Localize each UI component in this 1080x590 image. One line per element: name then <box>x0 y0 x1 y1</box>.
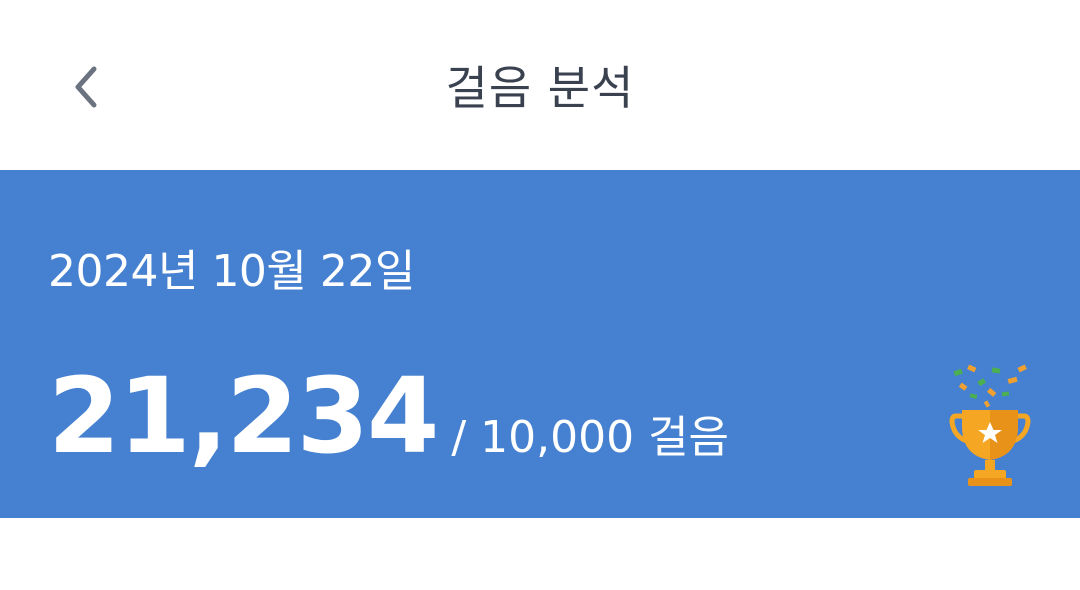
step-count: 21,234 <box>48 355 439 477</box>
content-area <box>0 518 1080 590</box>
page-title: 걸음 분석 <box>445 61 635 115</box>
trophy-icon <box>948 364 1032 492</box>
app-screen: 걸음 분석 2024년 10월 22일 21,234 / 10,000 걸음 <box>0 0 1080 590</box>
step-count-row: 21,234 / 10,000 걸음 <box>48 356 729 476</box>
step-goal: / 10,000 걸음 <box>451 412 730 463</box>
step-summary-card: 2024년 10월 22일 21,234 / 10,000 걸음 <box>0 170 1080 518</box>
header-bar: 걸음 분석 <box>0 0 1080 170</box>
date-label: 2024년 10월 22일 <box>48 246 415 297</box>
